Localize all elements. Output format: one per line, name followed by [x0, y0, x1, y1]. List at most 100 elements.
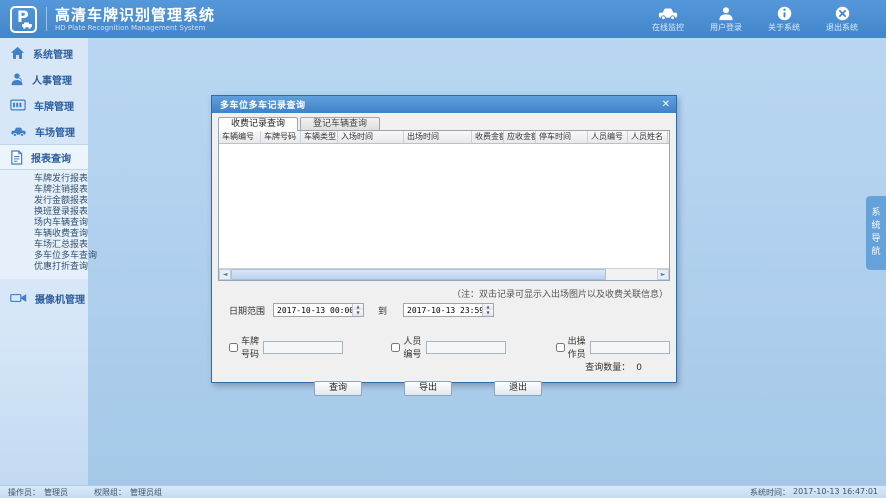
- col-plate-number[interactable]: 车牌号码: [261, 131, 301, 143]
- status-bar: 操作员： 管理员 权限组： 管理员组 系统时间： 2017-10-13 16:4…: [0, 485, 886, 498]
- app-logo: P: [10, 6, 37, 33]
- app-header: P 高清车牌识别管理系统 HD Plate Recognition Manage…: [0, 0, 886, 38]
- submenu-item-plate-cancel-report[interactable]: 车牌注销报表: [0, 185, 88, 196]
- col-vehicle-type[interactable]: 车辆类型: [301, 131, 338, 143]
- car-icon: [657, 6, 679, 21]
- submenu-item-multispace-query[interactable]: 多车位多车查询: [0, 251, 88, 262]
- exit-system-button[interactable]: 退出系统: [826, 6, 858, 33]
- sidebar-item-parking[interactable]: 车场管理: [0, 118, 88, 144]
- filter-row: 车牌号码 人员编号 出操作员: [218, 334, 670, 360]
- user-login-button[interactable]: 用户登录: [710, 6, 742, 33]
- exit-operator-checkbox[interactable]: [556, 343, 565, 352]
- query-count-value: 0: [636, 363, 642, 373]
- dialog-note: （注：双击记录可显示入出场图片以及收费关联信息）: [218, 287, 670, 300]
- filter-person-id: 人员编号: [391, 334, 505, 360]
- dialog-close-icon[interactable]: ✕: [662, 100, 670, 110]
- plate-number-checkbox[interactable]: [229, 343, 238, 352]
- home-icon: [10, 46, 25, 60]
- sidebar-item-plate[interactable]: 车牌管理: [0, 92, 88, 118]
- horizontal-scrollbar[interactable]: ◄ ►: [219, 268, 669, 280]
- submenu-item-plate-issue-report[interactable]: 车牌发行报表: [0, 174, 88, 185]
- date-to-field[interactable]: ▲▼: [403, 303, 494, 317]
- date-to-label: 到: [378, 304, 387, 317]
- camera-icon: [10, 292, 27, 304]
- query-dialog: 多车位多车记录查询 ✕ 收费记录查询 登记车辆查询 车辆编号 车牌号码 车辆类型…: [211, 95, 677, 383]
- header-actions: 在线监控 用户登录 关于系统 退出系统: [652, 6, 858, 33]
- about-system-button[interactable]: 关于系统: [768, 6, 800, 33]
- col-charged[interactable]: 收费金额: [472, 131, 504, 143]
- date-from-field[interactable]: ▲▼: [273, 303, 364, 317]
- filter-plate-number: 车牌号码: [229, 334, 343, 360]
- dialog-titlebar[interactable]: 多车位多车记录查询 ✕: [212, 96, 676, 113]
- table-body-empty[interactable]: [219, 144, 669, 268]
- exit-button[interactable]: 退出: [494, 381, 542, 396]
- col-exit-time[interactable]: 出场时间: [404, 131, 472, 143]
- exit-operator-filter-input[interactable]: [590, 341, 670, 354]
- logo-divider: [46, 7, 47, 31]
- exit-system-label: 退出系统: [826, 22, 858, 33]
- user-login-label: 用户登录: [710, 22, 742, 33]
- sidebar-item-system[interactable]: 系统管理: [0, 40, 88, 66]
- col-entry-time[interactable]: 入场时间: [338, 131, 404, 143]
- query-count-label: 查询数量：: [585, 363, 630, 373]
- date-range-row: 日期范围 ▲▼ 到 ▲▼: [218, 303, 670, 317]
- scroll-right-arrow-icon[interactable]: ►: [657, 269, 669, 280]
- submenu-item-lot-summary-report[interactable]: 车场汇总报表: [0, 240, 88, 251]
- col-person-name[interactable]: 人员姓名: [628, 131, 668, 143]
- car-icon: [10, 125, 27, 138]
- user-icon: [718, 6, 734, 21]
- date-to-spinner[interactable]: ▲▼: [482, 304, 493, 316]
- about-system-label: 关于系统: [768, 22, 800, 33]
- col-vehicle-id[interactable]: 车辆编号: [219, 131, 261, 143]
- date-range-label: 日期范围: [229, 304, 265, 317]
- query-button[interactable]: 查询: [314, 381, 362, 396]
- col-person-id[interactable]: 人员编号: [588, 131, 628, 143]
- plate-number-filter-label: 车牌号码: [241, 334, 259, 360]
- button-row: 查询 导出 退出: [218, 381, 670, 396]
- submenu-item-discount-query[interactable]: 优惠打折查询: [0, 262, 88, 273]
- sidebar-item-reports[interactable]: 报表查询: [0, 144, 88, 170]
- col-park-duration[interactable]: 停车时间: [536, 131, 588, 143]
- sidebar-item-camera[interactable]: 摄像机管理: [0, 285, 88, 311]
- person-icon: [10, 72, 24, 86]
- sidebar-item-label: 系统管理: [33, 46, 73, 61]
- dialog-body: 收费记录查询 登记车辆查询 车辆编号 车牌号码 车辆类型 入场时间 出场时间 收…: [212, 113, 676, 382]
- submenu-item-shift-login-report[interactable]: 换班登录报表: [0, 207, 88, 218]
- sidebar-item-personnel[interactable]: 人事管理: [0, 66, 88, 92]
- operator-label: 操作员：: [8, 487, 40, 498]
- system-time-value: 2017-10-13 16:47:01: [793, 487, 878, 498]
- date-to-input[interactable]: [404, 304, 482, 316]
- export-button[interactable]: 导出: [404, 381, 452, 396]
- query-count: 查询数量： 0: [585, 360, 642, 373]
- date-from-input[interactable]: [274, 304, 352, 316]
- tab-charge-records[interactable]: 收费记录查询: [218, 117, 298, 131]
- scrollbar-track[interactable]: [231, 269, 657, 280]
- person-id-filter-input[interactable]: [426, 341, 506, 354]
- plate-number-filter-input[interactable]: [263, 341, 343, 354]
- main-area: 系统导航 多车位多车记录查询 ✕ 收费记录查询 登记车辆查询 车辆编号 车牌号码…: [88, 38, 886, 485]
- scrollbar-thumb[interactable]: [231, 269, 606, 280]
- sidebar-item-label: 车牌管理: [34, 98, 74, 113]
- system-nav-label: 系统导航: [871, 207, 881, 259]
- date-from-spinner[interactable]: ▲▼: [352, 304, 363, 316]
- sidebar-item-label: 报表查询: [31, 150, 71, 165]
- spinner-down-icon[interactable]: ▼: [353, 310, 363, 316]
- report-icon: [10, 150, 23, 165]
- exit-operator-filter-label: 出操作员: [568, 334, 586, 360]
- col-receivable[interactable]: 应收金额: [504, 131, 536, 143]
- system-time-label: 系统时间：: [750, 487, 790, 498]
- system-nav-tab[interactable]: 系统导航: [866, 196, 886, 270]
- submenu-item-issue-amount-report[interactable]: 发行金额报表: [0, 196, 88, 207]
- online-monitor-label: 在线监控: [652, 22, 684, 33]
- col-exit-operator[interactable]: 出场操作员: [668, 131, 669, 143]
- person-id-checkbox[interactable]: [391, 343, 400, 352]
- submenu-item-vehicle-charge-query[interactable]: 车辆收费查询: [0, 229, 88, 240]
- close-icon: [835, 6, 850, 21]
- scroll-left-arrow-icon[interactable]: ◄: [219, 269, 231, 280]
- tab-registered-vehicles[interactable]: 登记车辆查询: [300, 117, 380, 131]
- spinner-down-icon[interactable]: ▼: [483, 310, 493, 316]
- online-monitor-button[interactable]: 在线监控: [652, 6, 684, 33]
- submenu-item-inlot-vehicle-query[interactable]: 场内车辆查询: [0, 218, 88, 229]
- filter-exit-operator: 出操作员: [556, 334, 670, 360]
- app-title: 高清车牌识别管理系统: [55, 7, 215, 24]
